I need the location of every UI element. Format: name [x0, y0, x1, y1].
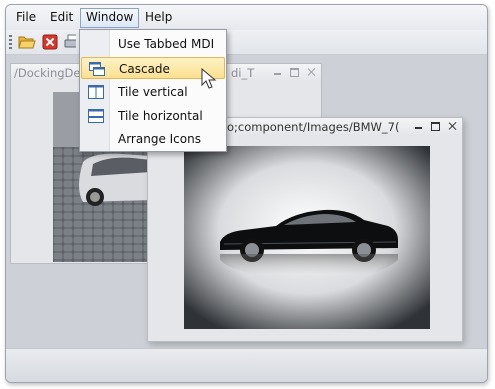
menu-item-label: Cascade: [119, 62, 170, 76]
open-folder-icon[interactable]: [18, 33, 36, 51]
status-bar: [6, 348, 487, 382]
minimize-icon[interactable]: [272, 66, 283, 78]
car-photo: [184, 146, 430, 329]
window-menu-dropdown: Use Tabbed MDI Cascade Tile vertical Til…: [79, 29, 227, 152]
menu-item-arrange-icons[interactable]: Arrange Icons: [81, 128, 225, 150]
child-title-text: /DockingDe: [14, 66, 81, 80]
mouse-cursor-icon: [201, 67, 217, 90]
child-title-tail: di_T: [231, 66, 255, 80]
toolbar-grip[interactable]: [9, 35, 12, 49]
close-icon[interactable]: [306, 66, 317, 78]
menu-window[interactable]: Window: [80, 8, 140, 28]
menu-item-label: Tile vertical: [118, 85, 188, 99]
menu-file[interactable]: File: [11, 8, 41, 26]
menu-item-label: Tile horizontal: [118, 109, 203, 123]
cascade-icon: [89, 62, 105, 76]
maximize-icon[interactable]: [289, 66, 300, 78]
tile-horizontal-icon: [88, 109, 104, 123]
menu-item-label: Arrange Icons: [118, 132, 201, 146]
close-icon[interactable]: [447, 120, 458, 132]
menu-item-tile-horizontal[interactable]: Tile horizontal: [81, 105, 225, 127]
menu-help[interactable]: Help: [140, 8, 177, 26]
menu-item-label: Use Tabbed MDI: [118, 37, 215, 51]
app-window: File Edit Window Help /DockingDe di_T o;…: [5, 4, 488, 383]
minimize-icon[interactable]: [413, 120, 424, 132]
menu-item-use-tabbed-mdi[interactable]: Use Tabbed MDI: [81, 33, 225, 55]
tile-vertical-icon: [88, 85, 104, 99]
maximize-icon[interactable]: [430, 120, 441, 132]
menu-bar: File Edit Window Help: [6, 5, 487, 30]
close-document-icon[interactable]: [41, 33, 59, 51]
menu-edit[interactable]: Edit: [45, 8, 78, 26]
print-icon[interactable]: [64, 33, 76, 51]
